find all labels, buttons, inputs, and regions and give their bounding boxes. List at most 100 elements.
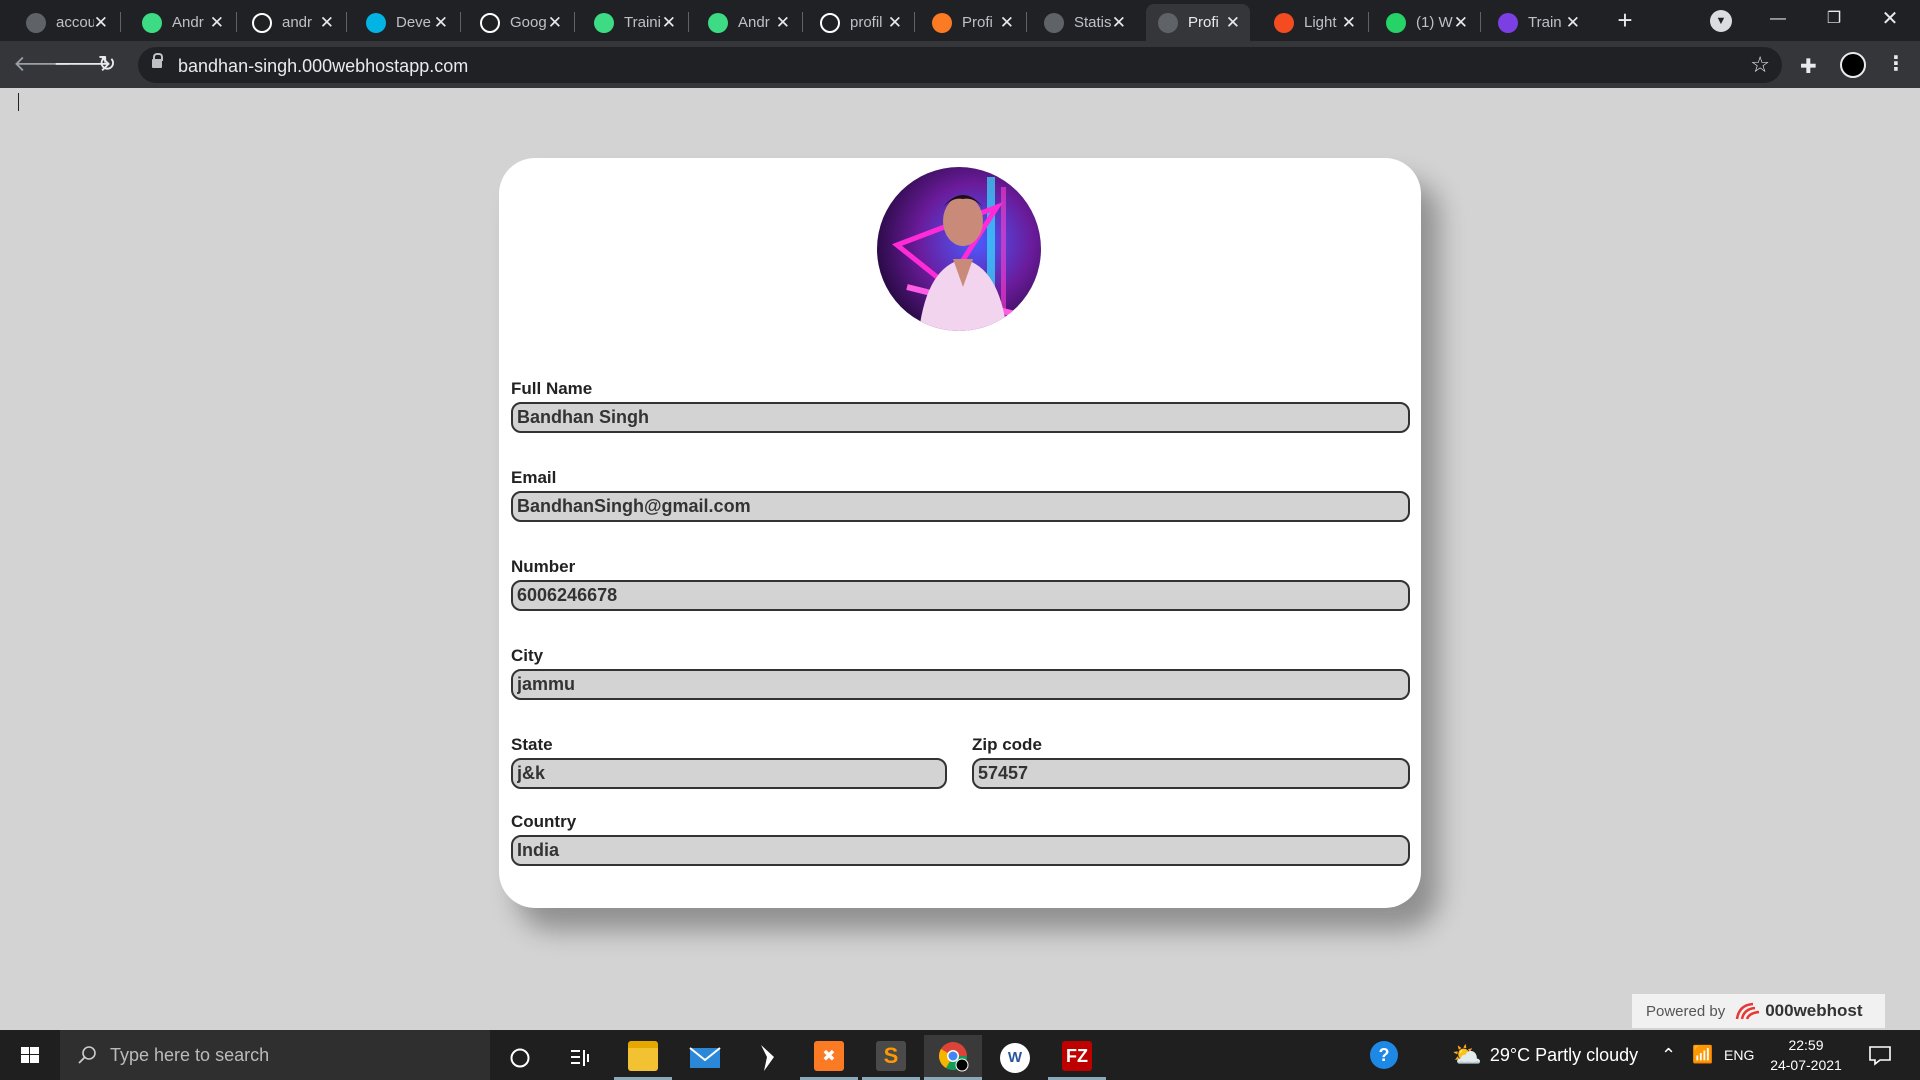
xampp-app[interactable]: ✖ [800, 1035, 858, 1080]
browser-tab[interactable]: andr ✕ [240, 4, 344, 41]
sublime-text-icon: S [876, 1041, 906, 1071]
notification-center-icon[interactable] [1868, 1030, 1892, 1080]
taskbar-search-placeholder: Type here to search [110, 1044, 270, 1065]
city-input[interactable] [511, 669, 1410, 700]
tab-close-icon[interactable]: ✕ [776, 14, 790, 31]
tab-close-icon[interactable]: ✕ [662, 14, 676, 31]
vscode-app[interactable] [738, 1035, 796, 1080]
show-hidden-icons-chevron-icon[interactable]: ⌃ [1661, 1030, 1676, 1080]
tab-close-icon[interactable]: ✕ [320, 14, 334, 31]
language-indicator[interactable]: ENG [1724, 1030, 1754, 1080]
tab-separator [1368, 12, 1369, 32]
list-icon [1498, 12, 1518, 33]
tab-close-icon[interactable]: ✕ [1226, 14, 1240, 31]
back-button[interactable]: 🡐 [13, 51, 72, 79]
country-group: Country [511, 812, 1410, 866]
android-icon [708, 12, 728, 33]
address-bar[interactable]: bandhan-singh.000webhostapp.com ☆ [138, 47, 1782, 83]
chrome-app[interactable] [924, 1035, 982, 1080]
email-label: Email [511, 468, 557, 487]
reload-button[interactable]: ↻ [93, 51, 121, 79]
tab-separator [688, 12, 689, 32]
system-clock[interactable]: 22:59 24-07-2021 [1760, 1035, 1852, 1075]
lock-icon [152, 53, 163, 68]
task-view-button[interactable] [551, 1035, 609, 1080]
browser-tab-label: Train [1528, 14, 1562, 31]
zip-code-label: Zip code [972, 735, 1042, 754]
state-input[interactable] [511, 758, 947, 789]
browser-tab[interactable]: Goog ✕ [468, 4, 572, 41]
tab-close-icon[interactable]: ✕ [548, 14, 562, 31]
taskbar-search-box[interactable]: Type here to search [60, 1030, 490, 1080]
browser-tab[interactable]: accou ✕ [14, 4, 118, 41]
tab-close-icon[interactable]: ✕ [1454, 14, 1468, 31]
country-input[interactable] [511, 835, 1410, 866]
full-name-input[interactable] [511, 402, 1410, 433]
browser-menu-icon[interactable]: ⋮ [1886, 51, 1906, 76]
tab-close-icon[interactable]: ✕ [1000, 14, 1014, 31]
zip-code-input[interactable] [972, 758, 1410, 789]
browser-tab[interactable]: Statis ✕ [1032, 4, 1136, 41]
windows-start-button[interactable] [0, 1030, 60, 1080]
cortana-circle-icon [510, 1048, 530, 1067]
browser-tab[interactable]: Train ✕ [1486, 4, 1590, 41]
browser-tab[interactable]: Deve ✕ [354, 4, 458, 41]
email-input[interactable] [511, 491, 1410, 522]
forward-button[interactable]: 🡒 [53, 51, 112, 79]
powered-by-badge[interactable]: Powered by 000webhost [1632, 994, 1885, 1028]
folder-icon [628, 1041, 658, 1071]
wifi-icon[interactable]: 📶 [1692, 1030, 1713, 1080]
browser-toolbar: 🡐 🡒 ↻ bandhan-singh.000webhostapp.com ☆ … [0, 41, 1920, 88]
help-tray-icon[interactable]: ? [1370, 1030, 1398, 1080]
tab-close-icon[interactable]: ✕ [1342, 14, 1356, 31]
mail-envelope-icon [689, 1046, 721, 1068]
tab-search-button[interactable]: ▼ [1710, 10, 1732, 32]
browser-tab-label: Profi [1188, 14, 1219, 31]
bookmark-star-icon[interactable]: ☆ [1750, 52, 1770, 78]
city-group: City [511, 646, 1410, 700]
windows-logo-icon [21, 1047, 39, 1063]
tab-close-icon[interactable]: ✕ [888, 14, 902, 31]
weather-text: 29°C Partly cloudy [1489, 1044, 1639, 1065]
browser-tab[interactable]: (1) W ✕ [1374, 4, 1478, 41]
sublime-text-app[interactable]: S [862, 1035, 920, 1080]
number-input[interactable] [511, 580, 1410, 611]
extensions-puzzle-icon[interactable]: ✚ [1800, 54, 1817, 79]
restore-button[interactable]: ❐ [1806, 0, 1862, 41]
filezilla-app[interactable]: FZ [1048, 1035, 1106, 1080]
tab-separator [460, 12, 461, 32]
tab-close-icon[interactable]: ✕ [1566, 14, 1580, 31]
tab-close-icon[interactable]: ✕ [94, 14, 108, 31]
word-app[interactable]: W [986, 1035, 1044, 1080]
zip-code-group: Zip code [972, 735, 1410, 789]
xampp-icon: ✖ [814, 1041, 844, 1071]
weather-widget[interactable]: ⛅ 29°C Partly cloudy [1452, 1030, 1638, 1080]
browser-tab[interactable]: Light ✕ [1262, 4, 1366, 41]
tab-close-icon[interactable]: ✕ [210, 14, 224, 31]
globe-icon [26, 12, 46, 33]
file-explorer-app[interactable] [614, 1035, 672, 1080]
powered-by-text: Powered by [1646, 1002, 1726, 1020]
globe-icon [1044, 12, 1064, 33]
browser-tab[interactable]: Andr ✕ [696, 4, 800, 41]
new-tab-button[interactable]: + [1612, 7, 1638, 34]
state-label: State [511, 735, 553, 754]
mail-app[interactable] [676, 1035, 734, 1080]
whatsapp-icon [1386, 12, 1406, 33]
browser-tab-label: Deve [396, 14, 432, 31]
tab-close-icon[interactable]: ✕ [1112, 14, 1126, 31]
tab-separator [802, 12, 803, 32]
tab-close-icon[interactable]: ✕ [434, 14, 448, 31]
browser-tab[interactable]: profil ✕ [808, 4, 912, 41]
task-view-icon [571, 1049, 589, 1066]
close-window-button[interactable]: ✕ [1862, 0, 1918, 41]
browser-tab[interactable]: Profi ✕ [1146, 4, 1250, 41]
github-icon [252, 12, 272, 33]
browser-tab-label: (1) W [1416, 14, 1453, 31]
minimize-button[interactable]: — [1750, 0, 1806, 41]
profile-avatar[interactable] [1840, 52, 1866, 78]
browser-tab[interactable]: Traini ✕ [582, 4, 686, 41]
browser-tab[interactable]: Andr ✕ [130, 4, 234, 41]
browser-tab[interactable]: Profi ✕ [920, 4, 1024, 41]
cortana-button[interactable] [491, 1035, 549, 1080]
